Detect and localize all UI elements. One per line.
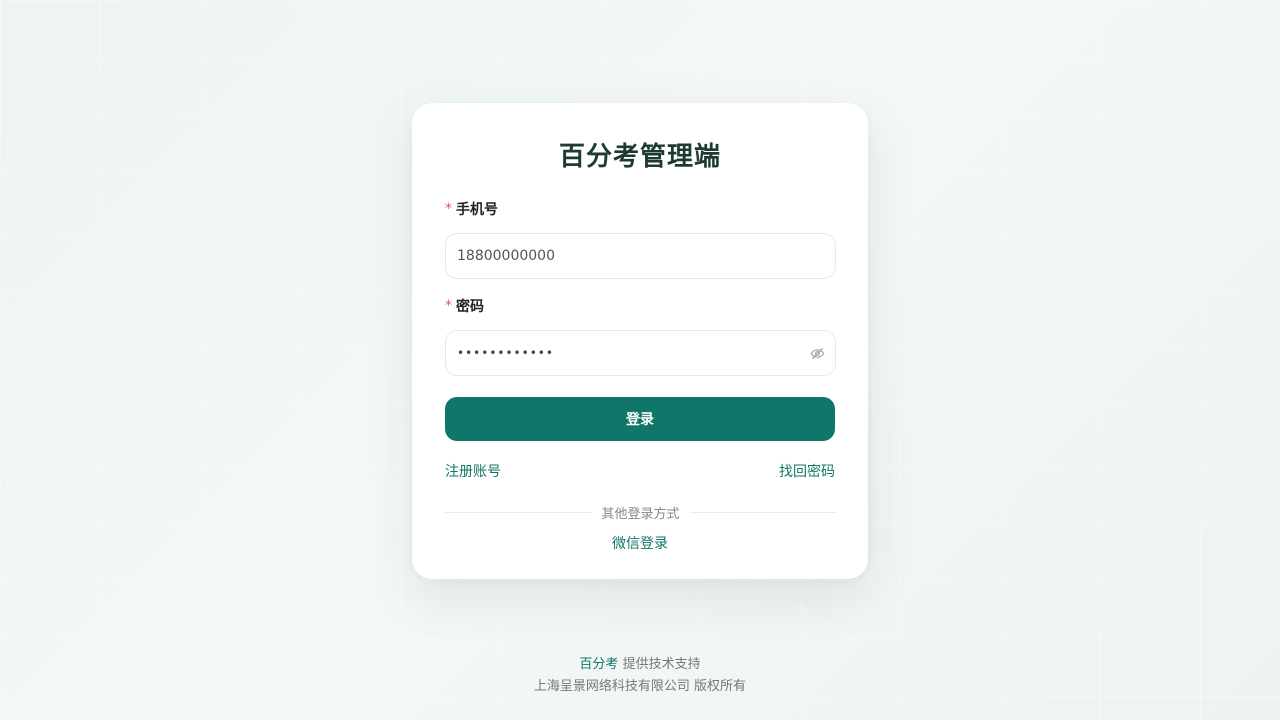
eye-off-icon[interactable]	[809, 345, 825, 361]
password-field[interactable]: ••••••••••••	[445, 330, 836, 376]
phone-input[interactable]	[457, 248, 825, 264]
password-input[interactable]: ••••••••••••	[457, 346, 809, 360]
password-label-text: 密码	[456, 299, 484, 315]
other-methods-label: 其他登录方式	[601, 506, 680, 522]
required-mark: *	[445, 201, 452, 217]
login-button[interactable]: 登录	[445, 397, 835, 441]
divider-line-right	[689, 511, 837, 513]
wechat-login-row: 微信登录	[445, 534, 835, 554]
footer-brand: 百分考	[579, 657, 619, 672]
register-link[interactable]: 注册账号	[445, 462, 501, 482]
footer-support-text: 提供技术支持	[622, 657, 701, 672]
wechat-login-link[interactable]: 微信登录	[612, 536, 668, 552]
page-title: 百分考管理端	[558, 142, 721, 172]
footer: 百分考 提供技术支持 上海呈景网络科技有限公司 版权所有	[0, 654, 1280, 698]
footer-copyright: 上海呈景网络科技有限公司 版权所有	[533, 679, 747, 694]
phone-label: * 手机号	[445, 199, 835, 219]
forgot-password-link[interactable]: 找回密码	[779, 462, 835, 482]
phone-label-text: 手机号	[456, 202, 498, 218]
auth-links: 注册账号 找回密码	[445, 462, 835, 482]
divider-line-left	[445, 511, 592, 513]
required-mark: *	[445, 298, 452, 314]
password-label: * 密码	[445, 296, 835, 316]
phone-field[interactable]	[445, 233, 836, 279]
login-card: 百分考管理端 * 手机号 * 密码 •••••••••••• 登录 注册账号 找…	[412, 103, 868, 579]
other-methods-divider: 其他登录方式	[445, 504, 837, 522]
footer-support-line: 百分考 提供技术支持	[0, 654, 1280, 676]
